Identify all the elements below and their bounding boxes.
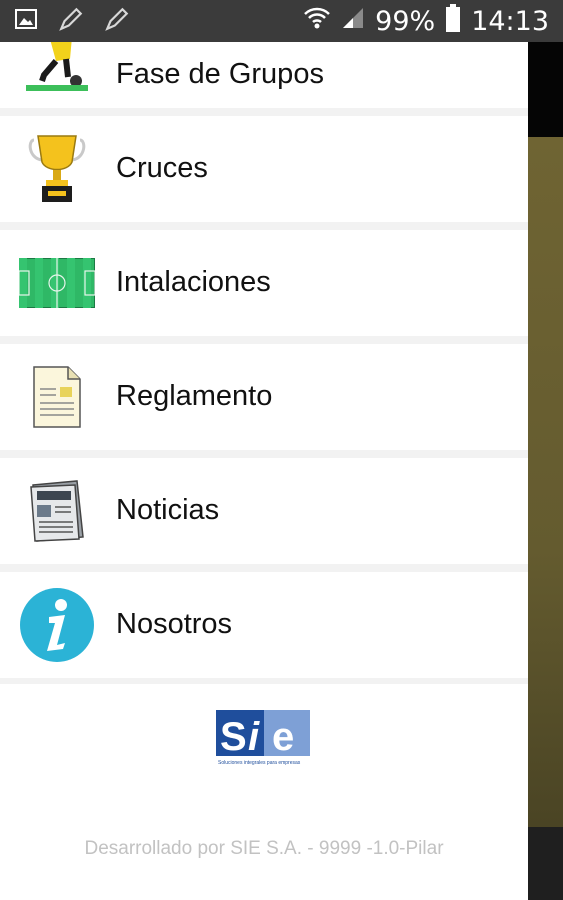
wifi-icon: [303, 5, 331, 38]
menu-item-label: Reglamento: [116, 380, 273, 412]
battery-percent: 99%: [375, 5, 436, 37]
menu-item-cruces[interactable]: Cruces: [0, 116, 528, 222]
svg-text:S: S: [220, 715, 247, 759]
menu-item-reglamento[interactable]: Reglamento: [0, 344, 528, 450]
menu-item-label: Intalaciones: [116, 266, 271, 298]
svg-text:Soluciones integrales para emp: Soluciones integrales para empresas: [218, 760, 301, 766]
sie-logo: S i e Soluciones integrales para empresa…: [216, 710, 312, 768]
soccer-player-icon: [18, 42, 96, 94]
battery-icon: [445, 3, 461, 39]
newspaper-icon: [18, 472, 96, 550]
clock: 14:13: [471, 5, 549, 37]
background-content: [528, 137, 563, 827]
trophy-icon: [18, 130, 96, 208]
menu-item-intalaciones[interactable]: Intalaciones: [0, 230, 528, 336]
pencil-icon: [58, 6, 84, 36]
background-bottom: [528, 827, 563, 900]
background-top: [528, 42, 563, 137]
status-bar: 99% 14:13: [0, 0, 563, 42]
menu-item-label: Noticias: [116, 494, 220, 526]
menu-item-fase-de-grupos[interactable]: Fase de Grupos: [0, 42, 528, 108]
menu-item-label: Fase de Grupos: [116, 58, 324, 90]
navigation-drawer: Fase de Grupos Cruces Intalaciones Regla…: [0, 42, 528, 900]
svg-text:e: e: [272, 715, 294, 759]
svg-text:i: i: [248, 715, 260, 759]
image-icon: [14, 7, 38, 35]
menu-item-noticias[interactable]: Noticias: [0, 458, 528, 564]
info-icon: [18, 586, 96, 664]
signal-icon: [341, 6, 365, 37]
developer-credit: Desarrollado por SIE S.A. - 9999 -1.0-Pi…: [84, 838, 444, 859]
pencil-icon: [104, 6, 130, 36]
menu-item-label: Cruces: [116, 152, 208, 184]
document-icon: [18, 358, 96, 436]
menu-item-label: Nosotros: [116, 608, 233, 640]
soccer-field-icon: [18, 244, 96, 322]
menu-item-nosotros[interactable]: Nosotros: [0, 572, 528, 678]
